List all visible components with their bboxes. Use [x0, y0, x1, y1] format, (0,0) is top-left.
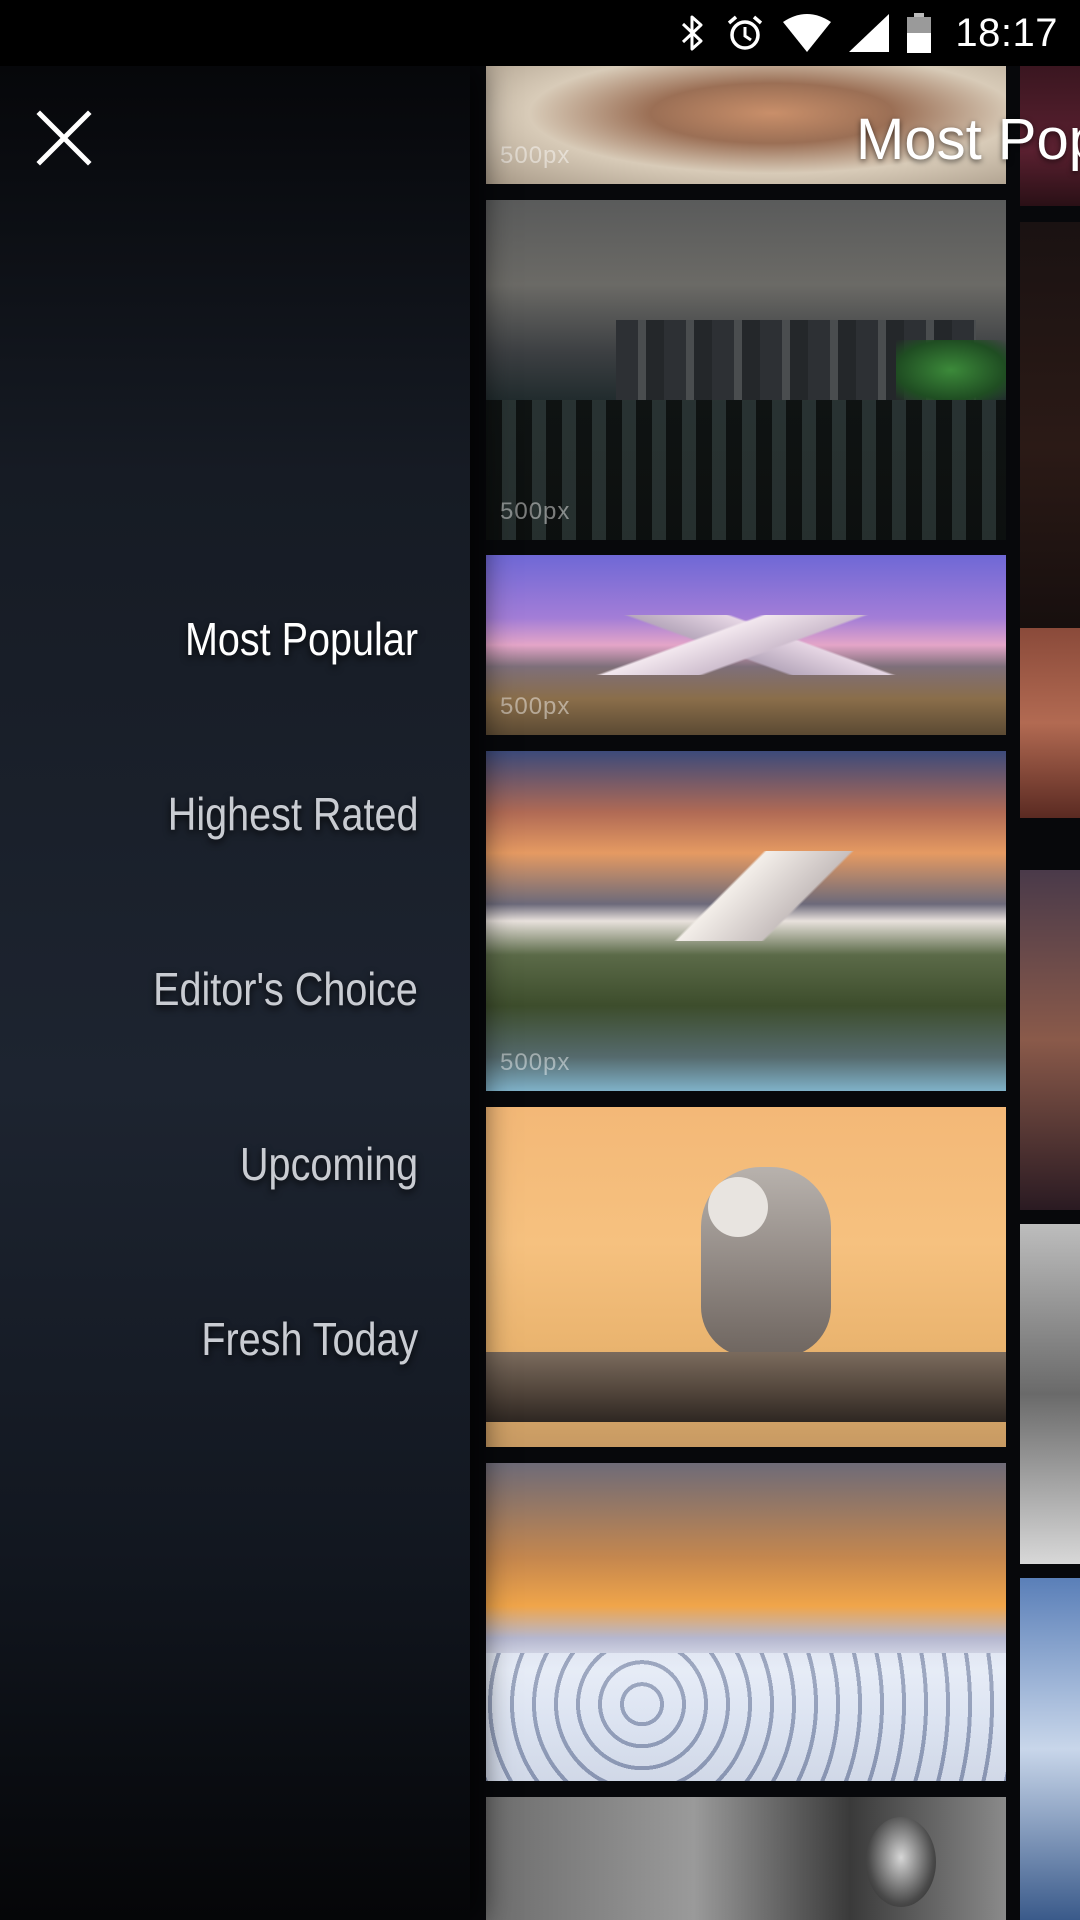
photo-right-3[interactable] — [1020, 628, 1080, 818]
bluetooth-icon — [682, 15, 703, 51]
photo-watermark: 500px — [500, 142, 571, 169]
photo-mountain-river[interactable]: 500px — [486, 751, 1006, 1091]
photo-mountain-purple[interactable]: 500px — [486, 555, 1006, 735]
owl-face — [708, 1177, 768, 1237]
photo-owl[interactable] — [486, 1107, 1006, 1447]
close-button[interactable] — [28, 102, 100, 174]
photo-city-skyline[interactable]: 500px — [486, 200, 1006, 540]
photo-right-4[interactable] — [1020, 870, 1080, 1210]
photo-watermark: 500px — [500, 1049, 571, 1076]
page-title: Most Pop — [856, 107, 1080, 172]
menu-item-fresh-today[interactable]: Fresh Today — [166, 1312, 418, 1487]
photo-bw-portrait[interactable] — [486, 1797, 1006, 1920]
status-icons: 18:17 — [679, 0, 1058, 66]
menu-item-most-popular[interactable]: Most Popular — [147, 612, 418, 787]
snow-peak — [606, 851, 866, 941]
menu-item-label: Editor's Choice — [153, 963, 418, 1015]
photo-icy-sunset[interactable] — [486, 1463, 1006, 1781]
status-time: 18:17 — [955, 10, 1058, 55]
battery-icon — [907, 13, 932, 53]
photo-right-5[interactable] — [1020, 1224, 1080, 1564]
skyline-greenery — [896, 340, 1006, 400]
navigation-drawer: Most Popular Highest Rated Editor's Choi… — [0, 66, 470, 1920]
menu-item-highest-rated[interactable]: Highest Rated — [127, 787, 418, 962]
portrait-head — [866, 1817, 936, 1907]
branch — [486, 1352, 1006, 1422]
drawer-menu: Most Popular Highest Rated Editor's Choi… — [110, 612, 418, 1487]
mountain-peaks — [486, 615, 1006, 675]
alarm-icon — [728, 15, 763, 50]
photo-right-6[interactable] — [1020, 1578, 1080, 1920]
photo-watermark: 500px — [500, 498, 571, 525]
menu-item-label: Highest Rated — [167, 788, 418, 840]
photo-watermark: 500px — [500, 693, 571, 720]
photo-right-2[interactable] — [1020, 222, 1080, 672]
menu-item-label: Upcoming — [239, 1138, 418, 1190]
cell-signal-icon — [849, 14, 890, 52]
menu-item-label: Most Popular — [184, 613, 418, 665]
menu-item-editors-choice[interactable]: Editor's Choice — [110, 962, 418, 1137]
wifi-icon — [783, 14, 832, 52]
status-bar: 18:17 — [0, 0, 1080, 66]
close-icon — [36, 110, 92, 166]
menu-item-upcoming[interactable]: Upcoming — [211, 1137, 418, 1312]
app-screen: 18:17 Most Pop 500px 500px 500px 500px M… — [0, 0, 1080, 1920]
menu-item-label: Fresh Today — [201, 1313, 418, 1365]
ice-floes — [486, 1653, 1006, 1781]
